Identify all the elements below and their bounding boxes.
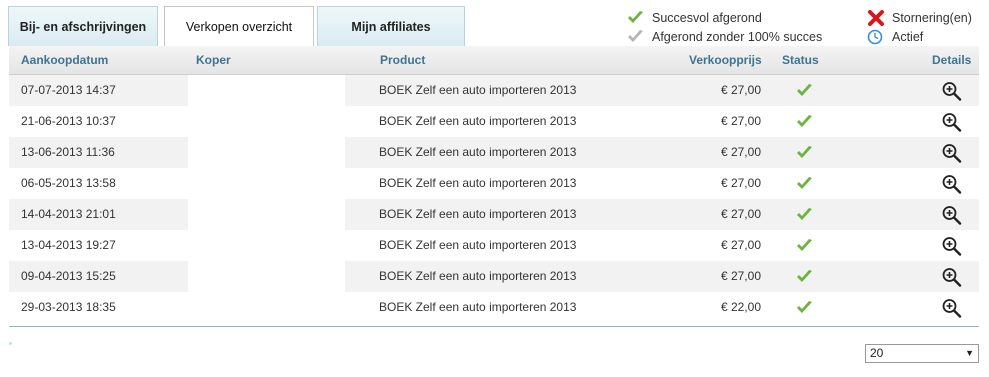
cell-price: € 27,00 — [720, 114, 761, 128]
zoom-in-icon[interactable] — [941, 292, 963, 323]
cross-icon — [867, 10, 885, 26]
cell-date: 14-04-2013 21:01 — [21, 207, 116, 221]
cell-date: 09-04-2013 15:25 — [21, 269, 116, 283]
tab-bij-en-afschrijvingen[interactable]: Bij- en afschrijvingen — [8, 6, 158, 46]
legend-active: Actief — [867, 29, 923, 45]
cell-price: € 27,00 — [720, 176, 761, 190]
cell-date: 21-06-2013 10:37 — [21, 114, 116, 128]
per-page-value: 20 — [870, 346, 884, 360]
cell-price: € 27,00 — [720, 238, 761, 252]
cell-product: BOEK Zelf een auto importeren 2013 — [379, 114, 577, 128]
cell-koper — [188, 199, 345, 230]
cell-product: BOEK Zelf een auto importeren 2013 — [379, 83, 577, 97]
check-icon — [794, 75, 816, 106]
grey-check-icon — [627, 29, 645, 45]
clock-icon — [867, 29, 885, 45]
legend-success-label: Succesvol afgerond — [652, 11, 762, 25]
cell-date: 13-04-2013 19:27 — [21, 238, 116, 252]
zoom-in-icon[interactable] — [941, 106, 963, 137]
cell-price: € 22,00 — [720, 300, 761, 314]
column-header-date[interactable]: Aankoopdatum — [21, 46, 108, 75]
column-header-product[interactable]: Product — [380, 46, 425, 75]
cell-koper — [188, 168, 345, 199]
column-header-koper[interactable]: Koper — [196, 46, 231, 75]
cell-product: BOEK Zelf een auto importeren 2013 — [379, 207, 577, 221]
cell-koper — [188, 292, 345, 323]
check-icon — [794, 168, 816, 199]
table-header: Aankoopdatum Koper Product Verkoopprijs … — [9, 46, 979, 75]
cell-koper — [188, 106, 345, 137]
zoom-in-icon[interactable] — [941, 75, 963, 106]
check-icon — [794, 261, 816, 292]
legend-error: Stornering(en) — [867, 10, 972, 26]
check-icon — [794, 230, 816, 261]
table-row: 09-04-2013 15:25 BOEK Zelf een auto impor… — [9, 261, 979, 292]
check-icon — [794, 137, 816, 168]
legend-active-label: Actief — [892, 30, 924, 44]
cell-price: € 27,00 — [720, 207, 761, 221]
cell-product: BOEK Zelf een auto importeren 2013 — [379, 269, 577, 283]
zoom-in-icon[interactable] — [941, 137, 963, 168]
table-bottom-border — [9, 326, 979, 327]
cell-product: BOEK Zelf een auto importeren 2013 — [379, 300, 577, 314]
legend-success: Succesvol afgerond — [627, 10, 762, 26]
table-row: 06-05-2013 13:58 BOEK Zelf een auto impor… — [9, 168, 979, 199]
legend-error-label: Stornering(en) — [892, 11, 972, 25]
column-header-status[interactable]: Status — [782, 46, 819, 75]
cell-date: 29-03-2013 18:35 — [21, 300, 116, 314]
zoom-in-icon[interactable] — [941, 230, 963, 261]
table-row: 13-06-2013 11:36 BOEK Zelf een auto impor… — [9, 137, 979, 168]
check-icon — [794, 199, 816, 230]
zoom-in-icon[interactable] — [941, 168, 963, 199]
cell-product: BOEK Zelf een auto importeren 2013 — [379, 176, 577, 190]
cell-product: BOEK Zelf een auto importeren 2013 — [379, 238, 577, 252]
cell-date: 06-05-2013 13:58 — [21, 176, 116, 190]
table-row: 21-06-2013 10:37 BOEK Zelf een auto impor… — [9, 106, 979, 137]
dropdown-arrow-icon: ▼ — [965, 348, 974, 358]
tab-mijn-affiliates[interactable]: Mijn affiliates — [317, 6, 465, 46]
cell-price: € 27,00 — [720, 83, 761, 97]
zoom-in-icon[interactable] — [941, 199, 963, 230]
cell-date: 13-06-2013 11:36 — [21, 145, 115, 159]
legend-partial-label: Afgerond zonder 100% succes — [652, 30, 823, 44]
cell-price: € 27,00 — [720, 145, 761, 159]
cell-koper — [188, 230, 345, 261]
tab-verkopen-overzicht[interactable]: Verkopen overzicht — [164, 6, 314, 46]
decorative-dot — [9, 342, 12, 345]
cell-price: € 27,00 — [720, 269, 761, 283]
check-icon — [627, 10, 645, 26]
table-row: 13-04-2013 19:27 BOEK Zelf een auto impor… — [9, 230, 979, 261]
sales-table: Aankoopdatum Koper Product Verkoopprijs … — [9, 46, 979, 323]
cell-koper — [188, 137, 345, 168]
table-row: 07-07-2013 14:37 BOEK Zelf een auto impor… — [9, 75, 979, 106]
column-header-details: Details — [932, 53, 972, 67]
legend-partial: Afgerond zonder 100% succes — [627, 29, 822, 45]
table-body: 07-07-2013 14:37 BOEK Zelf een auto impor… — [9, 75, 979, 323]
cell-date: 07-07-2013 14:37 — [21, 83, 116, 97]
table-row: 29-03-2013 18:35 BOEK Zelf een auto impor… — [9, 292, 979, 323]
cell-product: BOEK Zelf een auto importeren 2013 — [379, 145, 577, 159]
column-header-price[interactable]: Verkoopprijs — [689, 46, 762, 75]
cell-koper — [188, 261, 345, 292]
table-row: 14-04-2013 21:01 BOEK Zelf een auto impor… — [9, 199, 979, 230]
cell-koper — [188, 75, 345, 106]
zoom-in-icon[interactable] — [941, 261, 963, 292]
per-page-select[interactable]: 20 ▼ — [865, 344, 979, 363]
check-icon — [794, 106, 816, 137]
check-icon — [794, 292, 816, 323]
